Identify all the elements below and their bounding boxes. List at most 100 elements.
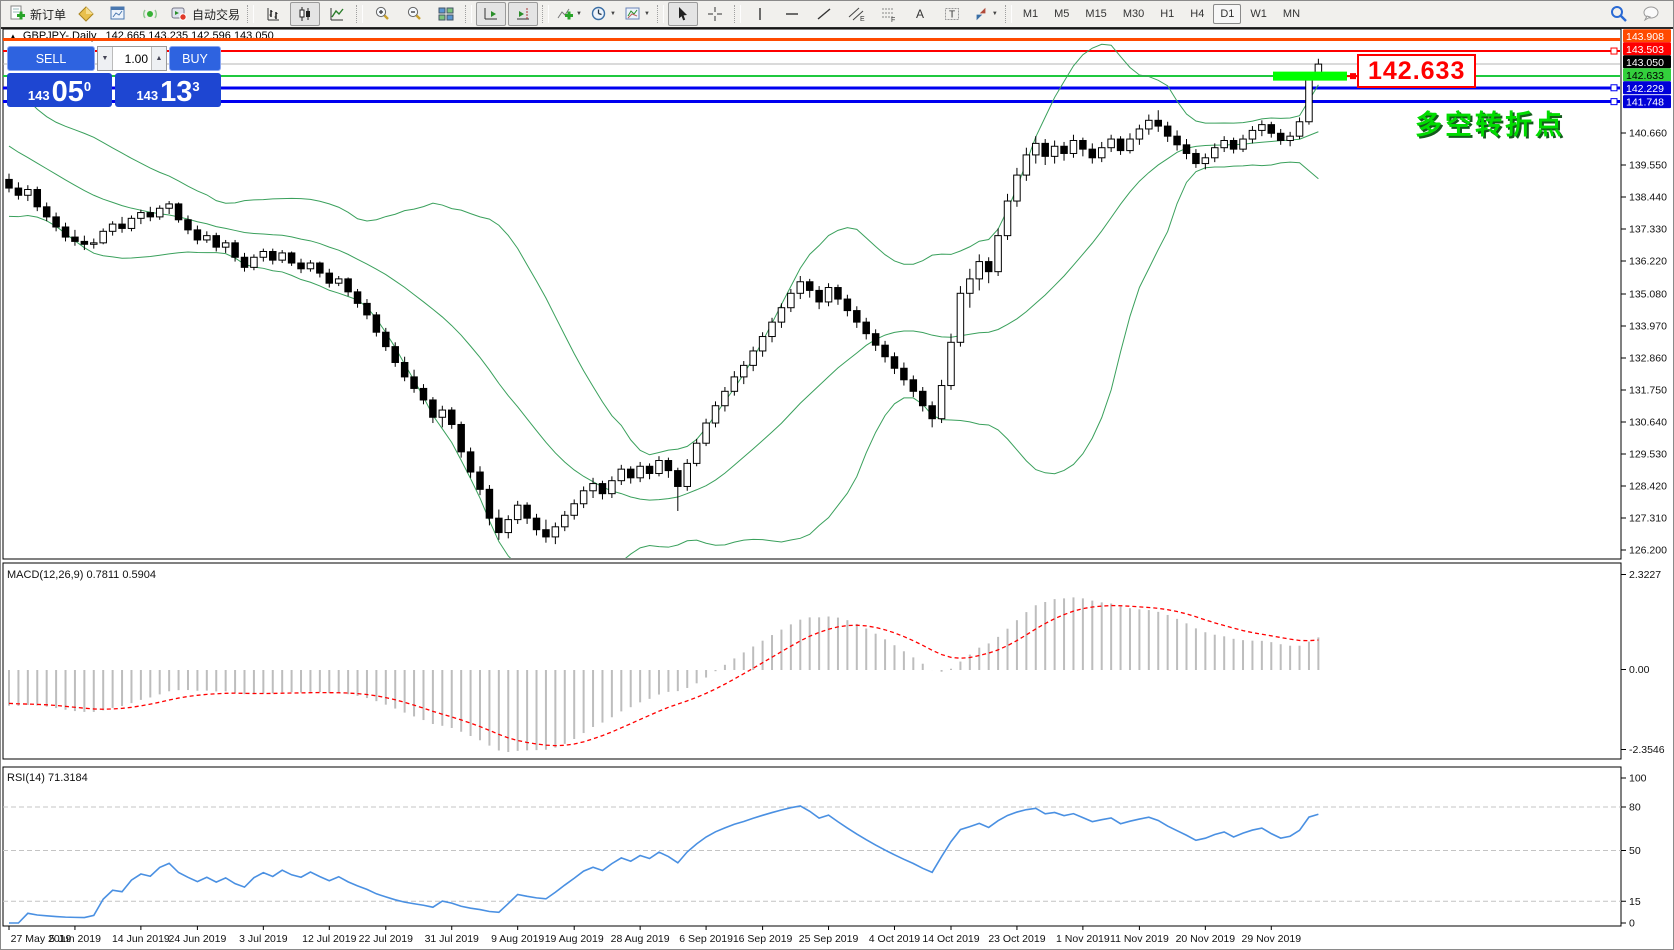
metaeditor-icon: [77, 5, 95, 23]
svg-text:5 Jun 2019: 5 Jun 2019: [49, 933, 101, 945]
svg-text:138.440: 138.440: [1629, 192, 1667, 204]
trendline-button[interactable]: [809, 2, 839, 26]
svg-text:136.220: 136.220: [1629, 256, 1667, 268]
bar-chart-icon: [264, 5, 282, 23]
svg-text:142.633: 142.633: [1626, 70, 1664, 82]
broadcast-icon: [141, 5, 159, 23]
svg-text:126.200: 126.200: [1629, 544, 1667, 556]
chart-canvas[interactable]: 143.908143.503143.050142.633142.229141.7…: [1, 1, 1674, 950]
dropdown-caret: ▼: [644, 11, 650, 17]
chat-bubble-icon: [1641, 4, 1661, 24]
vertical-line-button[interactable]: [745, 2, 775, 26]
svg-text:12 Jul 2019: 12 Jul 2019: [302, 933, 356, 945]
timeframe-button-MN[interactable]: MN: [1276, 4, 1307, 24]
svg-text:25 Sep 2019: 25 Sep 2019: [799, 933, 859, 945]
dropdown-caret: ▼: [992, 11, 998, 17]
sell-button[interactable]: SELL: [7, 46, 95, 71]
dropdown-caret: ▼: [576, 11, 582, 17]
chart-window-icon: [109, 5, 127, 23]
svg-text:E: E: [860, 16, 865, 23]
timeframe-button-D1[interactable]: D1: [1213, 4, 1241, 24]
svg-text:143.050: 143.050: [1626, 57, 1664, 69]
chat-button[interactable]: [1636, 2, 1666, 26]
templates-button[interactable]: ▼: [621, 2, 653, 26]
indicators-button[interactable]: ▼: [553, 2, 585, 26]
auto-scroll-icon: [482, 5, 500, 23]
volume-spinner: ▼ ▲: [97, 46, 167, 71]
fibonacci-button[interactable]: F: [873, 2, 903, 26]
candlestick-chart-button[interactable]: [290, 2, 320, 26]
svg-text:129.530: 129.530: [1629, 448, 1667, 460]
arrows-button[interactable]: ▼: [969, 2, 1001, 26]
symbol-search-button[interactable]: [1604, 2, 1634, 26]
annotation-text[interactable]: 多空转折点: [1415, 103, 1565, 142]
svg-text:4 Oct 2019: 4 Oct 2019: [869, 933, 921, 945]
new-order-button[interactable]: 新订单: [5, 2, 69, 26]
tile-windows-button[interactable]: [431, 2, 461, 26]
timeframe-button-M1[interactable]: M1: [1016, 4, 1045, 24]
periods-button[interactable]: ▼: [587, 2, 619, 26]
text-button[interactable]: A: [905, 2, 935, 26]
svg-text:28 Aug 2019: 28 Aug 2019: [611, 933, 670, 945]
bar-chart-button[interactable]: [258, 2, 288, 26]
timeframe-button-H4[interactable]: H4: [1183, 4, 1211, 24]
dropdown-caret: ▼: [610, 11, 616, 17]
timeframe-button-M15[interactable]: M15: [1078, 4, 1113, 24]
text-icon: A: [911, 5, 929, 23]
zoom-out-button[interactable]: [399, 2, 429, 26]
metaeditor-button[interactable]: [71, 2, 101, 26]
broadcast-button[interactable]: [135, 2, 165, 26]
timeframe-button-W1[interactable]: W1: [1243, 4, 1274, 24]
svg-text:27 May 2019: 27 May 2019: [11, 933, 72, 945]
cursor-button[interactable]: [668, 2, 698, 26]
price-callout[interactable]: 142.633: [1357, 54, 1476, 88]
timeframe-button-M30[interactable]: M30: [1116, 4, 1151, 24]
zoom-out-icon: [405, 5, 423, 23]
auto-scroll-button[interactable]: [476, 2, 506, 26]
svg-text:9 Aug 2019: 9 Aug 2019: [491, 933, 544, 945]
svg-text:143.503: 143.503: [1626, 44, 1664, 56]
toolbar-grip: [247, 5, 254, 23]
volume-increase-button[interactable]: ▲: [151, 47, 166, 70]
chart-shift-icon: [514, 5, 532, 23]
svg-text:24 Jun 2019: 24 Jun 2019: [168, 933, 226, 945]
vertical-line-icon: [751, 5, 769, 23]
channel-button[interactable]: E: [841, 2, 871, 26]
bid-price-tile[interactable]: 143 05 0: [7, 73, 112, 107]
ask-price-tile[interactable]: 143 13 3: [115, 73, 221, 107]
timeframe-button-M5[interactable]: M5: [1047, 4, 1076, 24]
one-click-trade-panel: SELL ▼ ▲ BUY 143 05 0 143 13 3: [7, 46, 221, 107]
timeframe-button-H1[interactable]: H1: [1153, 4, 1181, 24]
toolbar-grip: [1005, 5, 1012, 23]
volume-decrease-button[interactable]: ▼: [98, 47, 113, 70]
volume-input[interactable]: [113, 47, 151, 70]
svg-text:141.748: 141.748: [1626, 97, 1664, 109]
chart-header: ▲GBPJPY-,Daily142.665 143.235 142.596 14…: [9, 30, 274, 42]
zoom-in-button[interactable]: [367, 2, 397, 26]
buy-button[interactable]: BUY: [169, 46, 221, 71]
bid-pip-digit: 0: [84, 79, 91, 94]
trade-panel-collapse-icon[interactable]: ▲: [9, 32, 17, 41]
chart-window-button[interactable]: [103, 2, 133, 26]
autotrading-button[interactable]: 自动交易: [167, 2, 243, 26]
svg-text:140.660: 140.660: [1629, 128, 1667, 140]
ask-prefix: 143: [136, 88, 158, 103]
svg-text:0: 0: [1629, 918, 1635, 930]
svg-text:0.00: 0.00: [1629, 664, 1650, 676]
svg-text:128.420: 128.420: [1629, 480, 1667, 492]
toolbar: 新订单: [1, 1, 1674, 27]
svg-text:16 Sep 2019: 16 Sep 2019: [733, 933, 793, 945]
chart-shift-button[interactable]: [508, 2, 538, 26]
arrows-icon: [972, 5, 990, 23]
periods-icon: [590, 5, 608, 23]
line-chart-button[interactable]: [322, 2, 352, 26]
tile-windows-icon: [437, 5, 455, 23]
horizontal-line-button[interactable]: [777, 2, 807, 26]
crosshair-button[interactable]: [700, 2, 730, 26]
text-label-button[interactable]: T: [937, 2, 967, 26]
toolbar-grip: [657, 5, 664, 23]
svg-text:T: T: [949, 10, 955, 21]
svg-text:142.229: 142.229: [1626, 83, 1664, 95]
svg-text:23 Oct 2019: 23 Oct 2019: [988, 933, 1045, 945]
svg-text:20 Nov 2019: 20 Nov 2019: [1176, 933, 1236, 945]
